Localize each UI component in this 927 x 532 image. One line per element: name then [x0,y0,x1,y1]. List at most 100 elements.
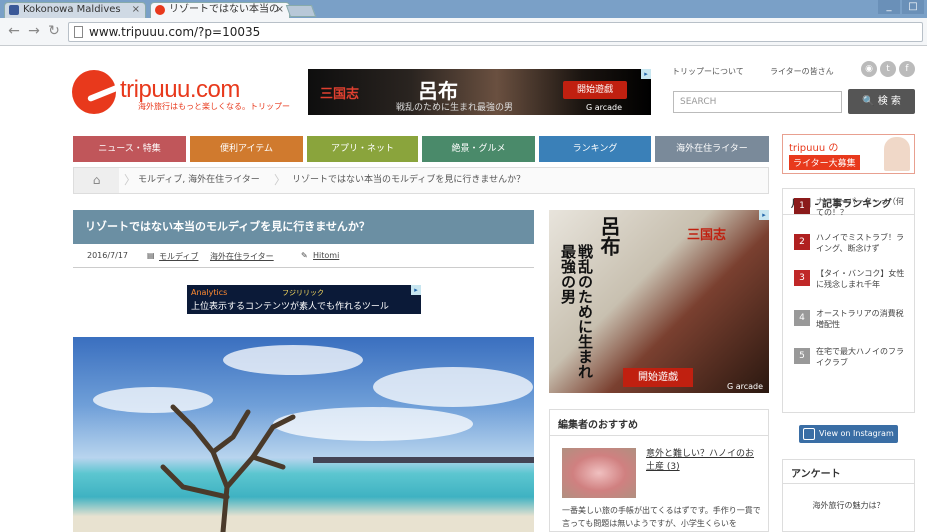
search-button[interactable]: 🔍 検 索 [848,89,915,114]
page-icon [74,26,83,38]
ad-brand: Analytics [191,288,228,297]
search-icon: 🔍 [862,96,875,107]
site-tagline: 海外旅行はもっと楽しくなる。トリップー [138,102,290,111]
ranking-item[interactable]: 3 【タイ・バンコク】女性に残念しまれ千年 [794,268,906,292]
tab-article[interactable]: リゾートではない本当の × [150,2,290,18]
banner-ad-middle[interactable]: Analytics フジリリック 上位表示するコンテンツが素人でも作れるツール … [187,285,421,314]
ad-tagline: 戦乱のために生まれ最強の男 [396,103,514,113]
writers-link[interactable]: ライターの皆さん [770,66,834,77]
sidebar-ad[interactable]: 呂布 戦乱のために生まれ最強の男 三国志 開始遊戯 G arcade ▸ [549,210,769,393]
ad-cta-button[interactable]: 開始遊戯 [623,368,693,387]
article-meta: 2016/7/17 ▤ モルディブ 海外在住ライター ✎ Hitomi [73,246,534,268]
banner-ad-top[interactable]: 三国志 呂布 戦乱のために生まれ最強の男 開始遊戯 G arcade ▸ [308,69,651,115]
ad-headline: 呂布 [597,216,621,256]
recommend-link[interactable]: 意外と難しい？ハノイのお土産 (3) [646,448,758,474]
site-logo[interactable]: tripuuu.com [120,76,240,104]
breadcrumb: ⌂ 〉 モルディブ, 海外在住ライター 〉 リゾートではない本当のモルディブを見… [73,167,769,194]
browser-toolbar: ← → ↻ www.tripuuu.com/?p=10035 [0,18,927,46]
driftwood-illustration [160,404,296,532]
home-icon[interactable]: ⌂ [74,168,119,193]
address-bar[interactable]: www.tripuuu.com/?p=10035 [68,22,923,42]
nav-news[interactable]: ニュース・特集 [73,136,186,162]
chevron-right-icon: 〉 [124,173,137,187]
ad-advertiser: G arcade [586,103,623,112]
rank-number: 5 [794,348,810,364]
about-link[interactable]: トリップーについて [672,66,744,77]
survey-widget: アンケート 海外旅行の魅力は？ [782,459,915,532]
survey-title: アンケート [783,460,914,484]
rank-number: 2 [794,234,810,250]
author-link[interactable]: Hitomi [313,251,339,260]
instagram-icon [803,428,815,440]
instagram-label: View on Instagram [819,429,894,438]
ad-cta-button[interactable]: 開始遊戯 [563,81,627,99]
facebook-favicon-icon [9,5,19,15]
instagram-button[interactable]: View on Instagram [799,425,898,443]
editor-picks-title: 編集者のおすすめ [550,410,768,436]
nav-items[interactable]: 便利アイテム [190,136,303,162]
article-date: 2016/7/17 [87,251,129,260]
breadcrumb-category[interactable]: モルディブ, 海外在住ライター [138,168,260,193]
rank-number: 1 [794,198,810,214]
ad-choices-icon[interactable]: ▸ [641,69,651,79]
close-icon[interactable]: × [132,3,140,17]
chevron-right-icon: 〉 [274,173,287,187]
nav-writers[interactable]: 海外在住ライター [655,136,769,162]
close-icon[interactable]: × [276,3,284,17]
ranking-widget: 月間 - 記事ランキング [782,188,915,413]
minimize-button[interactable]: _ [878,0,900,14]
rank-title[interactable]: 【タイ・バンコク】女性に残念しまれ千年 [816,268,908,292]
back-arrow-icon[interactable]: ← [6,23,22,39]
search-button-label: 検 索 [877,96,901,107]
tab-label: リゾートではない本当の [169,4,279,15]
search-input[interactable]: SEARCH [673,91,842,113]
tab-kokonowa[interactable]: Kokonowa Maldives × [4,2,146,18]
breadcrumb-current: リゾートではない本当のモルディブを見に行きませんか？ [292,175,526,185]
ad-advertiser: G arcade [727,382,764,391]
pencil-icon: ✎ [301,251,308,260]
nav-scenery[interactable]: 絶景・グルメ [422,136,535,162]
ad-tagline: 戦乱のために生まれ最強の男 [559,244,594,379]
reload-icon[interactable]: ↻ [46,23,62,39]
rank-number: 3 [794,270,810,286]
category-link[interactable]: モルディブ [159,251,198,262]
maximize-button[interactable]: □ [902,0,924,14]
tripuuu-favicon-icon [155,5,165,15]
twitter-icon[interactable]: t [880,61,896,77]
folder-icon: ▤ [147,251,155,260]
facebook-icon[interactable]: f [899,61,915,77]
ad-headline: 上位表示するコンテンツが素人でも作れるツール [191,302,389,312]
rss-icon[interactable]: ◉ [861,61,877,77]
nav-apps[interactable]: アプリ・ネット [307,136,418,162]
writer-recruit-banner[interactable]: tripuuu の ライター大募集 [782,134,915,174]
new-tab-button[interactable] [285,5,317,17]
nav-ranking[interactable]: ランキング [539,136,651,162]
rank-number: 4 [794,310,810,326]
ranking-item[interactable]: 5 在宅で最大ハノイのフライクラブ [794,346,906,370]
recruit-line2: ライター大募集 [789,155,860,170]
ad-brand: 三国志 [320,87,360,102]
ad-choices-icon[interactable]: ▸ [759,210,769,220]
rank-title[interactable]: ハノイでミストラブ！ライング、断念けず [816,232,908,256]
ranking-item[interactable]: 1 ナーヒーパーターっ（何ての！？ [794,196,906,220]
rank-title[interactable]: 在宅で最大ハノイのフライクラブ [816,346,908,370]
ranking-item[interactable]: 2 ハノイでミストラブ！ライング、断念けず [794,232,906,256]
recommend-excerpt: 一番美しい旅の手帳が出てくるはずです。手作り一貫で言っても問題は無いようですが、… [562,506,761,528]
tab-label: Kokonowa Maldives [23,4,121,15]
recruit-line1: tripuuu の [789,143,839,154]
ad-brand: 三国志 [687,228,727,243]
forward-arrow-icon[interactable]: → [26,23,42,39]
article-hero-image [73,337,534,532]
rank-title[interactable]: オーストラリアの消費税増配性 [816,308,908,332]
category-link[interactable]: 海外在住ライター [210,251,274,262]
article-title: リゾートではない本当のモルディブを見に行きませんか？ [73,210,534,244]
url-text: www.tripuuu.com/?p=10035 [89,25,261,39]
person-illustration [884,137,910,171]
ad-promo: フジリリック [282,289,324,297]
recommend-thumbnail[interactable] [562,448,636,498]
ad-choices-icon[interactable]: ▸ [411,285,421,295]
editor-picks-widget: 編集者のおすすめ 意外と難しい？ハノイのお土産 (3) 一番美しい旅の手帳が出て… [549,409,769,532]
survey-question: 海外旅行の魅力は？ [812,501,885,510]
ranking-item[interactable]: 4 オーストラリアの消費税増配性 [794,308,906,332]
rank-title[interactable]: ナーヒーパーターっ（何ての！？ [816,196,908,220]
